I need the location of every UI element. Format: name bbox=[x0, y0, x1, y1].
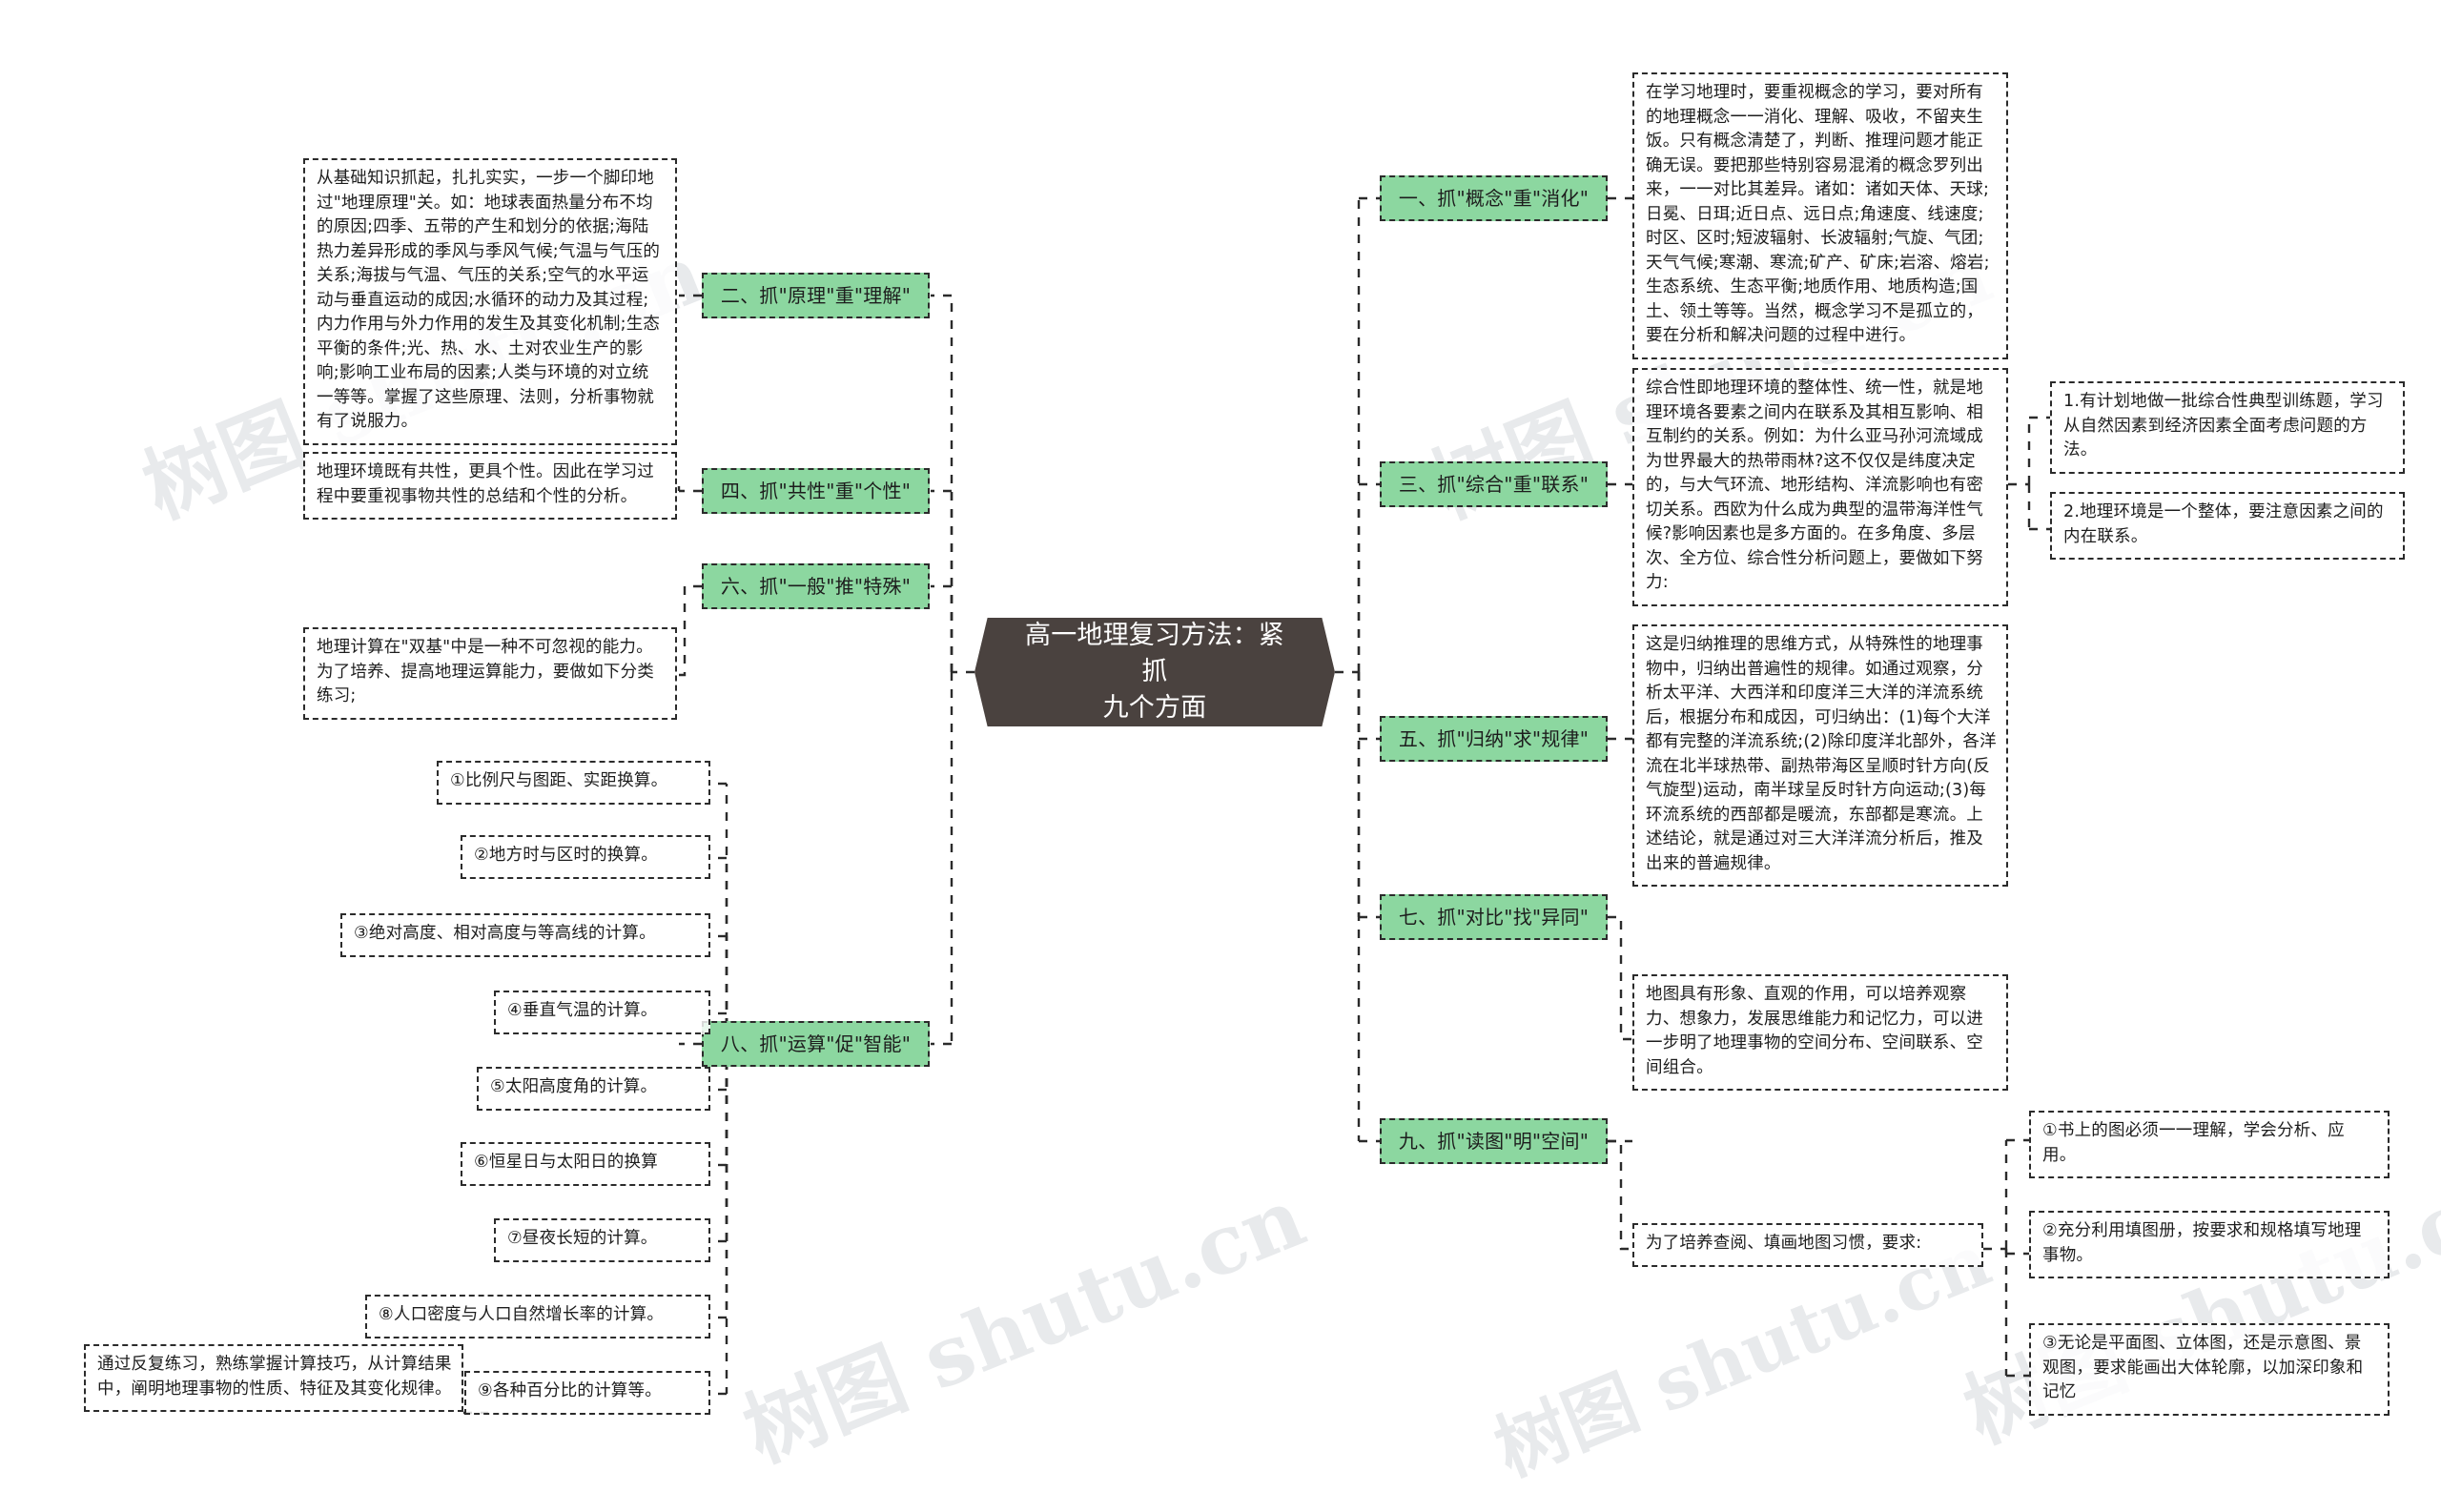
detail-calc-item-4: ④垂直气温的计算。 bbox=[494, 991, 710, 1034]
branch-right-1[interactable]: 一、抓"概念"重"消化" bbox=[1380, 175, 1608, 221]
detail-map-item-3: ③无论是平面图、立体图，还是示意图、景观图，要求能画出大体轮廓，以加深印象和记忆 bbox=[2029, 1323, 2390, 1416]
mindmap-canvas: 树图 shutu.cn 树图 shutu.cn 树图 shutu.cn 树图 s… bbox=[0, 0, 2441, 1512]
detail-calc-item-2: ②地方时与区时的换算。 bbox=[461, 835, 710, 879]
branch-left-4[interactable]: 四、抓"共性"重"个性" bbox=[702, 468, 930, 514]
center-topic[interactable]: 高一地理复习方法：紧抓 九个方面 bbox=[974, 618, 1335, 726]
detail-calc-item-6: ⑥恒星日与太阳日的换算 bbox=[461, 1142, 710, 1186]
detail-map-item-1: ①书上的图必须一一理解，学会分析、应用。 bbox=[2029, 1111, 2390, 1179]
branch-right-7[interactable]: 七、抓"对比"找"异同" bbox=[1380, 894, 1608, 940]
branch-left-6[interactable]: 六、抓"一般"推"特殊" bbox=[702, 563, 930, 609]
detail-calc-item-5: ⑤太阳高度角的计算。 bbox=[477, 1067, 710, 1111]
detail-calc-item-9: ⑨各种百分比的计算等。 bbox=[464, 1371, 710, 1415]
branch-right-9[interactable]: 九、抓"读图"明"空间" bbox=[1380, 1118, 1608, 1164]
detail-comprehensive-item-2: 2.地理环境是一个整体，要注意因素之间的内在联系。 bbox=[2050, 492, 2405, 561]
branch-left-2[interactable]: 二、抓"原理"重"理解" bbox=[702, 273, 930, 318]
branch-right-5[interactable]: 五、抓"归纳"求"规律" bbox=[1380, 716, 1608, 762]
detail-map-item-2: ②充分利用填图册，按要求和规格填写地理事物。 bbox=[2029, 1211, 2390, 1279]
watermark: 树图 shutu.cn bbox=[1944, 1133, 2441, 1465]
detail-calc-item-8: ⑧人口密度与人口自然增长率的计算。 bbox=[365, 1295, 710, 1338]
detail-commonality: 地理环境既有共性，更具个性。因此在学习过程中要重视事物共性的总结和个性的分析。 bbox=[303, 452, 677, 521]
detail-comprehensive: 综合性即地理环境的整体性、统一性，就是地理环境各要素之间内在联系及其相互影响、相… bbox=[1632, 368, 2008, 606]
branch-right-3[interactable]: 三、抓"综合"重"联系" bbox=[1380, 461, 1608, 507]
detail-calc-item-3: ③绝对高度、相对高度与等高线的计算。 bbox=[340, 913, 710, 957]
branch-left-8[interactable]: 八、抓"运算"促"智能" bbox=[702, 1021, 930, 1067]
detail-map-habit: 为了培养查阅、填画地图习惯，要求: bbox=[1632, 1223, 1983, 1267]
detail-calc-item-1: ①比例尺与图距、实距换算。 bbox=[437, 761, 710, 805]
detail-calc-conclusion: 通过反复练习，熟练掌握计算技巧，从计算结果中，阐明地理事物的性质、特征及其变化规… bbox=[84, 1344, 463, 1413]
watermark: 树图 shutu.cn bbox=[730, 1169, 1318, 1481]
detail-principle: 从基础知识抓起，扎扎实实，一步一个脚印地过"地理原理"关。如：地球表面热量分布不… bbox=[303, 158, 677, 446]
detail-calc-item-7: ⑦昼夜长短的计算。 bbox=[494, 1218, 710, 1262]
detail-concept: 在学习地理时，要重视概念的学习，要对所有的地理概念一一消化、理解、吸收，不留夹生… bbox=[1632, 72, 2008, 360]
detail-map-reading: 地图具有形象、直观的作用，可以培养观察力、想象力，发展思维能力和记忆力，可以进一… bbox=[1632, 974, 2008, 1092]
detail-comprehensive-item-1: 1.有计划地做一批综合性典型训练题，学习从自然因素到经济因素全面考虑问题的方法。 bbox=[2050, 381, 2405, 474]
detail-calc-intro: 地理计算在"双基"中是一种不可忽视的能力。为了培养、提高地理运算能力，要做如下分… bbox=[303, 627, 677, 720]
detail-induction: 这是归纳推理的思维方式，从特殊性的地理事物中，归纳出普遍性的规律。如通过观察，分… bbox=[1632, 624, 2008, 888]
